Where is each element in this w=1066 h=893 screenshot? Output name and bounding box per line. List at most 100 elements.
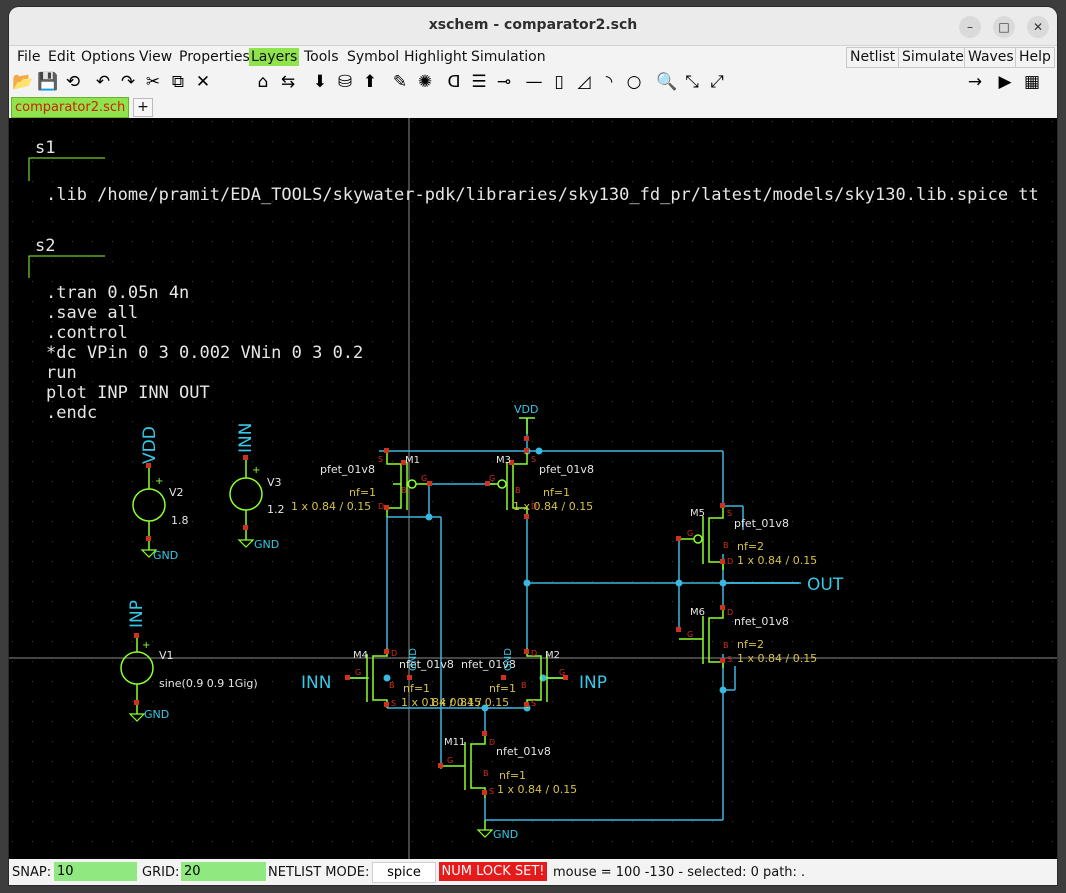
- menu-simulation[interactable]: Simulation: [469, 48, 548, 66]
- inp-input-label: INP: [579, 673, 607, 693]
- code-line: .save all: [46, 303, 138, 323]
- run-icon[interactable]: ▶: [994, 71, 1016, 93]
- svg-text:B: B: [515, 486, 521, 495]
- m3-model: pfet_01v8: [539, 463, 594, 476]
- snap-field[interactable]: 10: [54, 862, 137, 881]
- rect-icon[interactable]: ▯: [548, 71, 570, 93]
- make-symbol-icon[interactable]: ⛁: [334, 71, 356, 93]
- svg-text:G: G: [559, 668, 565, 677]
- insert-text-icon[interactable]: ☰: [468, 71, 490, 93]
- m2-size: 1 x 0.84 / 0.15: [429, 696, 509, 709]
- svg-text:+: +: [142, 640, 150, 651]
- svg-text:B: B: [389, 681, 395, 690]
- close-button[interactable]: ✕: [1027, 16, 1049, 38]
- pop-up-icon[interactable]: ⬆: [359, 71, 381, 93]
- menu-properties[interactable]: Properties: [177, 48, 252, 66]
- v1-gnd-label: GND: [144, 708, 169, 721]
- v1-value: sine(0.9 0.9 1Gig): [159, 677, 258, 690]
- m2-ref: M2: [545, 650, 560, 661]
- code-line: run: [46, 363, 77, 383]
- svg-text:S: S: [531, 455, 536, 464]
- m2-bulk-gnd-label: GND: [503, 648, 514, 671]
- m11-nf: nf=1: [499, 769, 526, 782]
- inn-source-label: INN: [236, 423, 256, 453]
- numlock-indicator: NUM LOCK SET!: [439, 862, 547, 881]
- tab-bar: comparator2.sch +: [9, 96, 1057, 118]
- tab-comparator2[interactable]: comparator2.sch: [11, 97, 130, 118]
- help-button[interactable]: Help: [1015, 47, 1055, 68]
- svg-text:S: S: [378, 455, 383, 464]
- m3-size: 1 x 0.84 / 0.15: [513, 500, 593, 513]
- m11-model: nfet_01v8: [496, 745, 551, 758]
- v3-ref: V3: [267, 476, 282, 489]
- code-line: *dc VPin 0 3 0.002 VNin 0 3 0.2: [46, 343, 363, 363]
- zoom-in-icon[interactable]: ⤡: [681, 71, 703, 93]
- m4-bulk-gnd-label: GND: [408, 648, 419, 671]
- polygon-icon[interactable]: ◿: [573, 71, 595, 93]
- v2-value: 1.8: [171, 514, 189, 527]
- netlist-icon[interactable]: →: [964, 71, 986, 93]
- m5-size: 1 x 0.84 / 0.15: [737, 554, 817, 567]
- m5-model: pfet_01v8: [734, 517, 789, 530]
- arc-icon[interactable]: ◝: [598, 71, 620, 93]
- copy-icon[interactable]: ⧉: [167, 71, 189, 93]
- waves-icon[interactable]: ▦: [1021, 71, 1043, 93]
- v3-value: 1.2: [267, 503, 285, 516]
- m1-model: pfet_01v8: [320, 463, 375, 476]
- save-icon[interactable]: 💾: [37, 71, 59, 93]
- netlist-mode-field[interactable]: spice: [372, 862, 436, 883]
- svg-text:B: B: [723, 541, 729, 550]
- move-icon[interactable]: ⇆: [277, 71, 299, 93]
- netlist-mode-label: NETLIST MODE:: [268, 865, 370, 880]
- menu-symbol[interactable]: Symbol: [345, 48, 401, 66]
- zoom-out-icon[interactable]: ⤢: [706, 71, 728, 93]
- line-icon[interactable]: —: [523, 71, 545, 93]
- zoom-icon[interactable]: 🔍: [656, 71, 678, 93]
- add-tab-button[interactable]: +: [133, 98, 153, 117]
- vdd-net-label: VDD: [140, 426, 160, 464]
- undo-icon[interactable]: ↶: [92, 71, 114, 93]
- open-icon[interactable]: 📂: [12, 71, 34, 93]
- menu-tools[interactable]: Tools: [302, 48, 341, 66]
- svg-text:G: G: [687, 630, 693, 639]
- m6-size: 1 x 0.84 / 0.15: [737, 652, 817, 665]
- grid-field[interactable]: 20: [181, 862, 266, 881]
- waves-button[interactable]: Waves: [964, 47, 1018, 68]
- code-line: .tran 0.05n 4n: [46, 283, 189, 303]
- m11-size: 1 x 0.84 / 0.15: [497, 783, 577, 796]
- maximize-button[interactable]: □: [993, 16, 1015, 38]
- schematic-canvas[interactable]: s1 .lib /home/pramit/EDA_TOOLS/skywater-…: [9, 118, 1057, 859]
- simulate-button[interactable]: Simulate: [898, 47, 968, 68]
- highlight-icon[interactable]: ✺: [414, 71, 436, 93]
- insert-pin-icon[interactable]: ⊸: [493, 71, 515, 93]
- circle-icon[interactable]: ○: [623, 71, 645, 93]
- reload-icon[interactable]: ⟲: [62, 71, 84, 93]
- redo-icon[interactable]: ↷: [117, 71, 139, 93]
- delete-icon[interactable]: ✕: [192, 71, 214, 93]
- toolbar: 📂 💾 ⟲ ↶ ↷ ✂ ⧉ ✕ ⌂ ⇆ ⬇ ⛁ ⬆ ✎ ✺ ᗡ ☰ ⊸ — ▯ ◿ ◝ ○ 🔍 ⤡ ⤢ → ▶ ▦: [9, 68, 1057, 96]
- svg-text:S: S: [489, 787, 494, 796]
- code-line: .control: [46, 323, 128, 343]
- cut-icon[interactable]: ✂: [142, 71, 164, 93]
- svg-text:G: G: [687, 529, 693, 538]
- svg-text:D: D: [727, 608, 733, 617]
- insert-symbol-icon[interactable]: ⌂: [252, 71, 274, 93]
- vdd-label: VDD: [514, 403, 538, 416]
- svg-text:G: G: [447, 756, 453, 765]
- minimize-button[interactable]: –: [959, 16, 981, 38]
- draw-wire-icon[interactable]: ✎: [389, 71, 411, 93]
- svg-text:D: D: [727, 557, 733, 566]
- status-bar: SNAP: 10 GRID: 20 NETLIST MODE: spice NU…: [9, 859, 1057, 885]
- menu-file[interactable]: File: [15, 48, 42, 66]
- m5-ref: M5: [690, 508, 705, 519]
- push-down-icon[interactable]: ⬇: [309, 71, 331, 93]
- menu-options[interactable]: Options: [79, 48, 137, 66]
- insert-gate-icon[interactable]: ᗡ: [443, 71, 465, 93]
- menu-highlight[interactable]: Highlight: [402, 48, 469, 66]
- menu-edit[interactable]: Edit: [46, 48, 77, 66]
- menu-view[interactable]: View: [137, 48, 174, 66]
- svg-text:D: D: [531, 502, 537, 511]
- netlist-button[interactable]: Netlist: [846, 47, 900, 68]
- inp-source-label: INP: [127, 600, 147, 628]
- menu-layers[interactable]: Layers: [249, 48, 300, 66]
